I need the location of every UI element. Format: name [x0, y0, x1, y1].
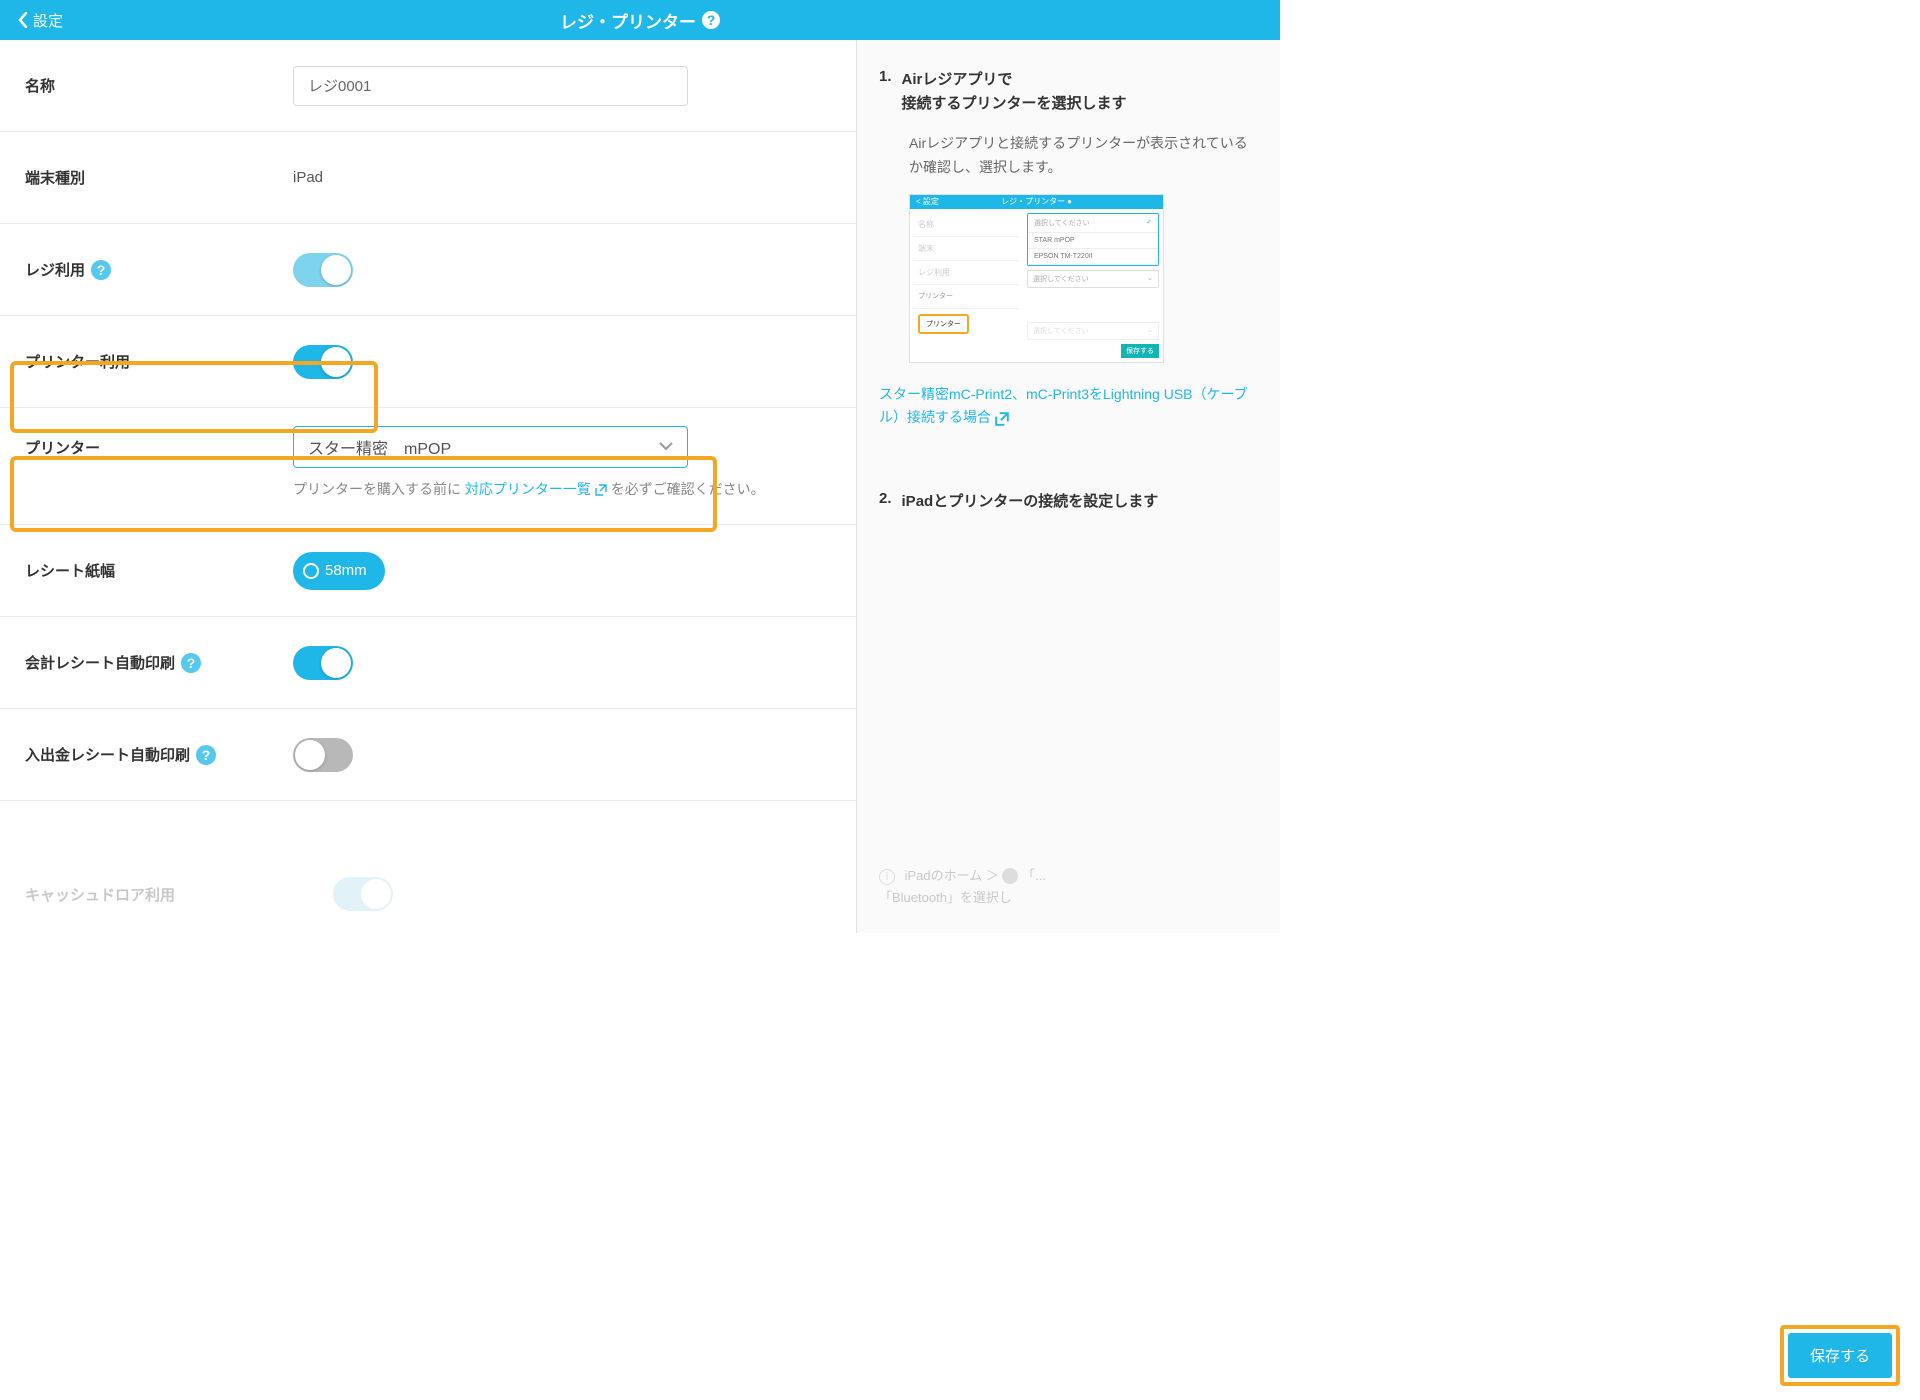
gear-icon [1002, 868, 1018, 884]
step-1: 1. Airレジアプリで 接続するプリンターを選択します Airレジアプリと接続… [879, 68, 1258, 430]
step1-num: 1. [879, 68, 892, 116]
row-printer-use: プリンター利用 [0, 316, 856, 408]
help-panel: 1. Airレジアプリで 接続するプリンターを選択します Airレジアプリと接続… [857, 40, 1280, 933]
chevron-left-icon [18, 12, 28, 28]
name-label: 名称 [25, 75, 293, 96]
page-title-text: レジ・プリンター [560, 8, 696, 33]
radio-icon [303, 563, 319, 579]
info-icon: i [879, 869, 895, 885]
printer-list-link[interactable]: 対応プリンター一覧 [465, 481, 607, 497]
row-printer: プリンター スター精密 mPOP プリンターを購入する前に 対応プリンター一覧 … [0, 408, 856, 525]
step1-illustration: < 設定 レジ・プリンター● 名称 端末 レジ利用 プリンター プリンター [909, 194, 1164, 363]
autoprint-toggle[interactable] [293, 646, 353, 680]
row-cash-autoprint: 入出金レシート自動印刷 ? [0, 709, 856, 801]
settings-form: 名称 端末種別 iPad レジ利用 ? プリンター利用 [0, 40, 857, 933]
printer-use-label: プリンター利用 [25, 351, 293, 372]
row-name: 名称 [0, 40, 856, 132]
page-title: レジ・プリンター ? [560, 8, 720, 33]
app-header: 設定 レジ・プリンター ? [0, 0, 1280, 40]
chevron-down-icon [659, 442, 673, 452]
paper-label: レシート紙幅 [25, 560, 293, 581]
step2-body-faded: i iPadのホーム ＞ 「... 「Bluetooth」を選択し [879, 865, 1199, 909]
help-icon[interactable]: ? [702, 11, 720, 29]
autoprint-label: 会計レシート自動印刷 ? [25, 652, 293, 673]
step1-title: Airレジアプリで 接続するプリンターを選択します [902, 68, 1127, 116]
save-button[interactable]: 保存する [1788, 1333, 1892, 1378]
regi-use-label: レジ利用 ? [25, 259, 293, 280]
step-2: 2. iPadとプリンターの接続を設定します [879, 490, 1258, 514]
paper-width-option[interactable]: 58mm [293, 552, 385, 590]
printer-use-toggle[interactable] [293, 345, 353, 379]
step1-link[interactable]: スター精密mC-Print2、mC-Print3をLightning USB（ケ… [879, 383, 1258, 431]
external-link-icon [595, 484, 607, 496]
row-paper: レシート紙幅 58mm [0, 525, 856, 617]
step2-num: 2. [879, 490, 892, 514]
device-value: iPad [293, 169, 831, 186]
row-autoprint: 会計レシート自動印刷 ? [0, 617, 856, 709]
help-icon[interactable]: ? [181, 653, 201, 673]
highlight-save: 保存する [1780, 1325, 1900, 1386]
printer-select[interactable]: スター精密 mPOP [293, 426, 688, 468]
back-label: 設定 [33, 10, 63, 31]
paper-value: 58mm [325, 562, 367, 579]
step1-body: Airレジアプリと接続するプリンターが表示されているか確認し、選択します。 [909, 132, 1258, 180]
printer-select-value: スター精密 mPOP [308, 435, 451, 459]
help-icon[interactable]: ? [196, 745, 216, 765]
printer-help-text: プリンターを購入する前に 対応プリンター一覧 を必ずご確認ください。 [293, 478, 793, 500]
cash-autoprint-label: 入出金レシート自動印刷 ? [25, 744, 293, 765]
drawer-toggle[interactable] [333, 877, 393, 911]
external-link-icon [995, 412, 1009, 426]
device-label: 端末種別 [25, 167, 293, 188]
cash-autoprint-toggle[interactable] [293, 738, 353, 772]
help-icon[interactable]: ? [91, 260, 111, 280]
row-drawer-faded: キャッシュドロア利用 [25, 877, 393, 911]
regi-use-toggle[interactable] [293, 253, 353, 287]
back-button[interactable]: 設定 [0, 10, 81, 31]
row-regi-use: レジ利用 ? [0, 224, 856, 316]
name-input[interactable] [293, 66, 688, 106]
printer-label: プリンター [25, 437, 293, 458]
row-device: 端末種別 iPad [0, 132, 856, 224]
step2-title: iPadとプリンターの接続を設定します [902, 490, 1159, 514]
